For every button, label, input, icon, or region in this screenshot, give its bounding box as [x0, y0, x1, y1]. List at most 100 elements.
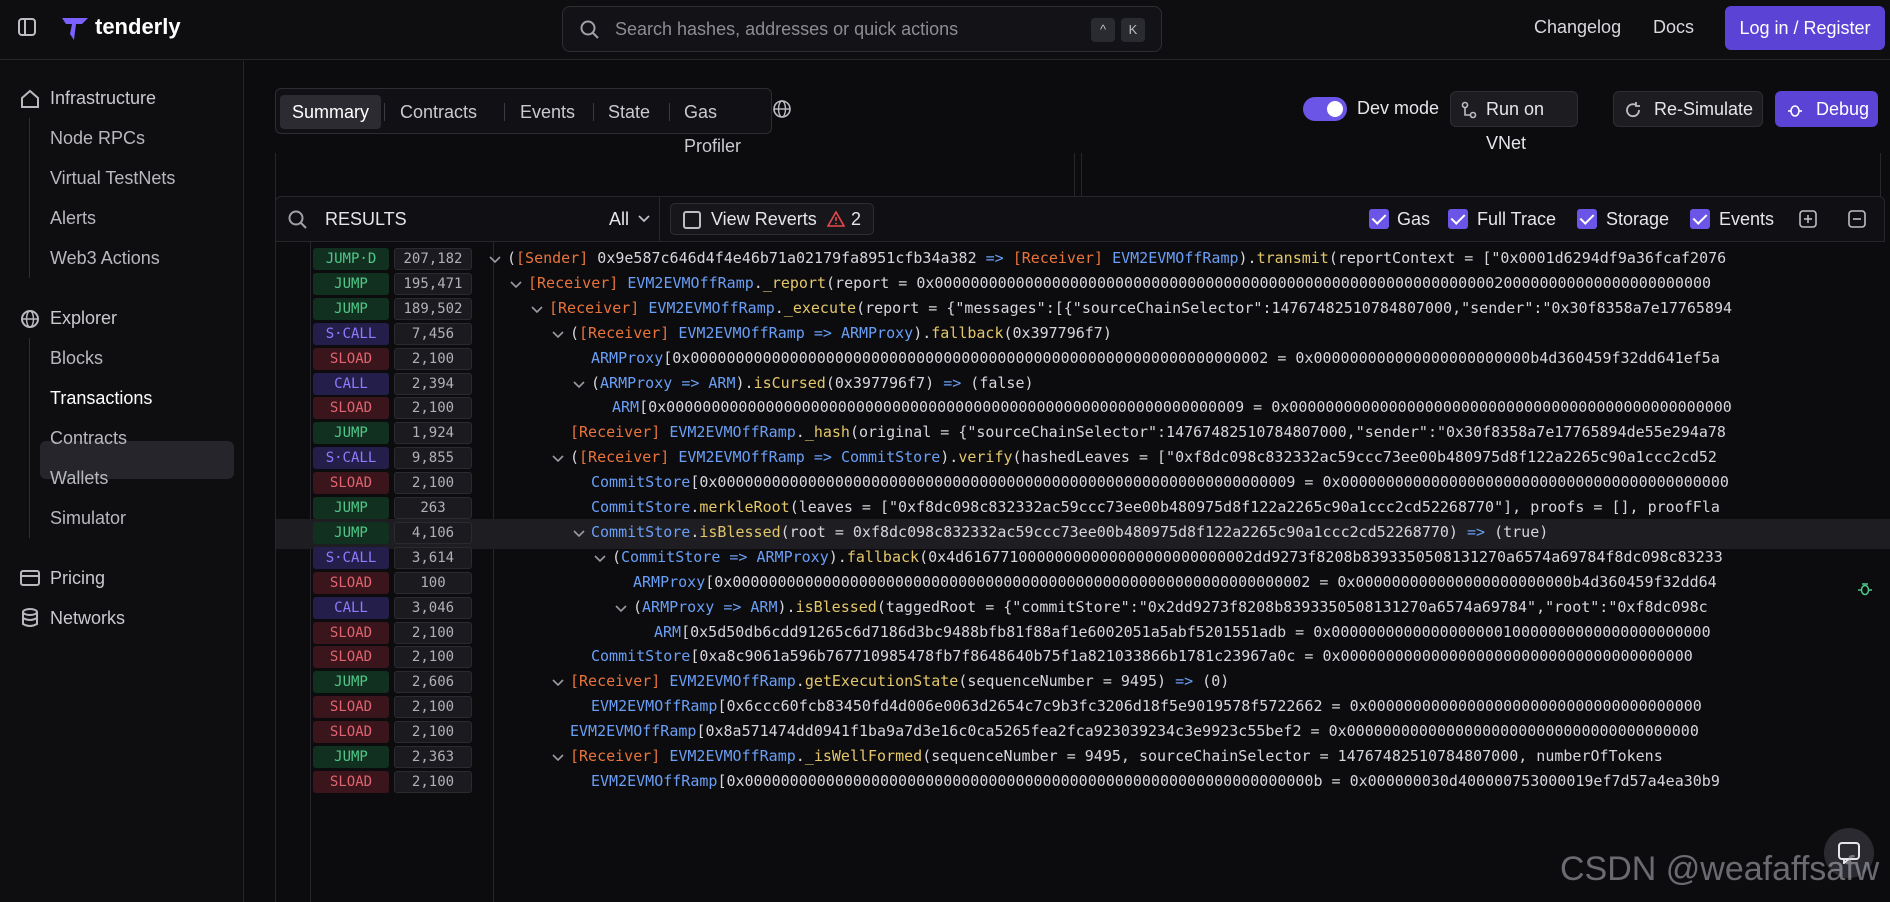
trace-search-icon[interactable]: [288, 210, 308, 230]
gas-value: 2,363: [394, 746, 472, 768]
tab-state[interactable]: State: [596, 95, 662, 129]
tab-divider: [504, 103, 505, 121]
warning-icon: [827, 211, 845, 227]
expand-chevron-icon[interactable]: [489, 256, 501, 264]
sidebar-item-alerts[interactable]: Alerts: [50, 208, 96, 229]
trace-call-text: CommitStore.isBlessed(root = 0xf8dc098c8…: [591, 522, 1549, 541]
tab-divider: [593, 103, 594, 121]
docs-link[interactable]: Docs: [1653, 17, 1694, 38]
expand-chevron-icon[interactable]: [552, 455, 564, 463]
trace-call-text: CommitStore.merkleRoot(leaves = ["0xf8dc…: [591, 498, 1720, 516]
chevron-down-icon[interactable]: [638, 215, 650, 223]
view-reverts-button[interactable]: View Reverts 2: [670, 203, 874, 235]
expand-chevron-icon[interactable]: [531, 306, 543, 314]
trace-tree: JUMP·D 207,182 ([Sender] 0x9e587c646d4f4e4…: [275, 242, 1890, 902]
re-simulate-button[interactable]: Re-Simulate: [1613, 91, 1763, 127]
sidebar-item-contracts[interactable]: Contracts: [50, 428, 127, 449]
trace-call-text: ([Receiver] EVM2EVMOffRamp => CommitStor…: [570, 448, 1717, 467]
sidebar-item-blocks[interactable]: Blocks: [50, 348, 103, 369]
debug-button[interactable]: Debug: [1775, 91, 1878, 127]
trace-row[interactable]: SLOAD 2,100 EVM2EVMOffRamp[0x0000000000000…: [276, 768, 1890, 798]
search-bar[interactable]: Search hashes, addresses or quick action…: [562, 6, 1162, 52]
tab-gas-profiler[interactable]: Gas Profiler: [672, 95, 771, 156]
opcode-badge: CALL: [313, 596, 389, 619]
expand-chevron-icon[interactable]: [573, 530, 585, 538]
sidebar-item-transactions[interactable]: Transactions: [50, 388, 152, 409]
gas-value: 100: [394, 571, 472, 594]
changelog-link[interactable]: Changelog: [1534, 17, 1621, 38]
opcode-badge: SLOAD: [313, 770, 389, 793]
opcode-badge: JUMP: [313, 746, 389, 768]
pricing-icon: [20, 570, 40, 586]
opcode-badge: JUMP: [313, 297, 389, 320]
debug-bug-icon[interactable]: [1857, 581, 1873, 597]
sidebar-toggle-icon[interactable]: [18, 18, 36, 36]
gas-value: 2,100: [394, 770, 472, 793]
trace-call-text: EVM2EVMOffRamp[0x00000000000000000000000…: [591, 771, 1720, 790]
gas-value: 2,394: [394, 372, 472, 395]
events-checkbox[interactable]: [1690, 209, 1710, 229]
sidebar-item-simulator[interactable]: Simulator: [50, 508, 126, 529]
filter-select[interactable]: All: [609, 209, 629, 230]
sidebar-section-explorer[interactable]: Explorer: [50, 308, 117, 329]
gas-value: 207,182: [394, 248, 472, 270]
sidebar-item-virtual-testnets[interactable]: Virtual TestNets: [50, 168, 175, 189]
view-reverts-label: View Reverts: [711, 209, 817, 229]
re-simulate-label: Re-Simulate: [1654, 99, 1754, 119]
dev-mode-label: Dev mode: [1357, 98, 1440, 118]
gas-value: 2,100: [394, 646, 472, 669]
trace-call-text: ARMProxy[0x00000000000000000000000000000…: [633, 572, 1717, 591]
brand-name[interactable]: tenderly: [95, 14, 181, 40]
gas-value: 2,100: [394, 472, 472, 495]
expand-chevron-icon[interactable]: [573, 380, 585, 389]
full-trace-checkbox[interactable]: [1448, 209, 1468, 229]
sidebar-section-infrastructure[interactable]: Infrastructure: [50, 88, 156, 109]
expand-chevron-icon[interactable]: [552, 679, 564, 687]
sidebar-item-wallets[interactable]: Wallets: [50, 468, 108, 489]
tenderly-logo-icon[interactable]: [60, 14, 90, 44]
top-bar: tenderly Search hashes, addresses or qui…: [0, 0, 1890, 60]
run-on-vnet-button[interactable]: Run on VNet: [1450, 91, 1578, 153]
view-reverts-checkbox[interactable]: [683, 211, 701, 229]
login-register-button[interactable]: Log in / Register: [1725, 6, 1885, 50]
expand-chevron-icon[interactable]: [552, 754, 564, 762]
dev-mode-toggle[interactable]: [1303, 97, 1347, 121]
trace-call-text: (ARMProxy => ARM).isCursed(0x397796f7) =…: [591, 373, 1034, 392]
gas-value: 195,471: [394, 272, 472, 295]
shortcut-k-key: K: [1121, 18, 1145, 42]
gas-label: Gas: [1397, 209, 1431, 229]
opcode-badge: JUMP: [313, 422, 389, 445]
opcode-badge: S·CALL: [313, 447, 389, 470]
expand-chevron-icon[interactable]: [615, 605, 627, 613]
gas-checkbox[interactable]: [1369, 209, 1389, 229]
tab-events[interactable]: Events: [508, 95, 587, 129]
trace-call-text: [Receiver] EVM2EVMOffRamp._execute(repor…: [549, 298, 1733, 317]
collapse-all-icon[interactable]: [1848, 210, 1866, 228]
toolbar-divider: [659, 197, 660, 241]
opcode-badge: SLOAD: [313, 397, 389, 420]
search-placeholder: Search hashes, addresses or quick action…: [615, 19, 959, 39]
main-content: "ss" : [ Summary Contracts Events State …: [245, 61, 1890, 902]
sidebar-item-web3-actions[interactable]: Web3 Actions: [50, 248, 160, 269]
expand-chevron-icon[interactable]: [552, 331, 564, 339]
tab-contracts[interactable]: Contracts: [388, 95, 489, 129]
gas-value: 2,100: [394, 696, 472, 719]
sidebar-item-node-rpcs[interactable]: Node RPCs: [50, 128, 145, 149]
gas-value: 9,855: [394, 447, 472, 470]
network-globe-icon[interactable]: [772, 99, 792, 119]
expand-all-icon[interactable]: [1799, 210, 1817, 228]
home-icon: [21, 89, 39, 108]
storage-label: Storage: [1606, 209, 1670, 229]
expand-chevron-icon[interactable]: [510, 281, 522, 289]
results-label: RESULTS: [325, 209, 407, 229]
tab-summary[interactable]: Summary: [280, 95, 382, 129]
sidebar-item-pricing[interactable]: Pricing: [50, 568, 105, 589]
opcode-badge: S·CALL: [313, 322, 389, 345]
trace-call-text: [Receiver] EVM2EVMOffRamp._isWellFormed(…: [570, 747, 1663, 765]
globe-icon: [21, 310, 39, 328]
sidebar-item-networks[interactable]: Networks: [50, 608, 125, 629]
opcode-badge: SLOAD: [313, 472, 389, 495]
opcode-badge: JUMP: [313, 272, 389, 295]
expand-chevron-icon[interactable]: [594, 555, 606, 563]
storage-checkbox[interactable]: [1577, 209, 1597, 229]
